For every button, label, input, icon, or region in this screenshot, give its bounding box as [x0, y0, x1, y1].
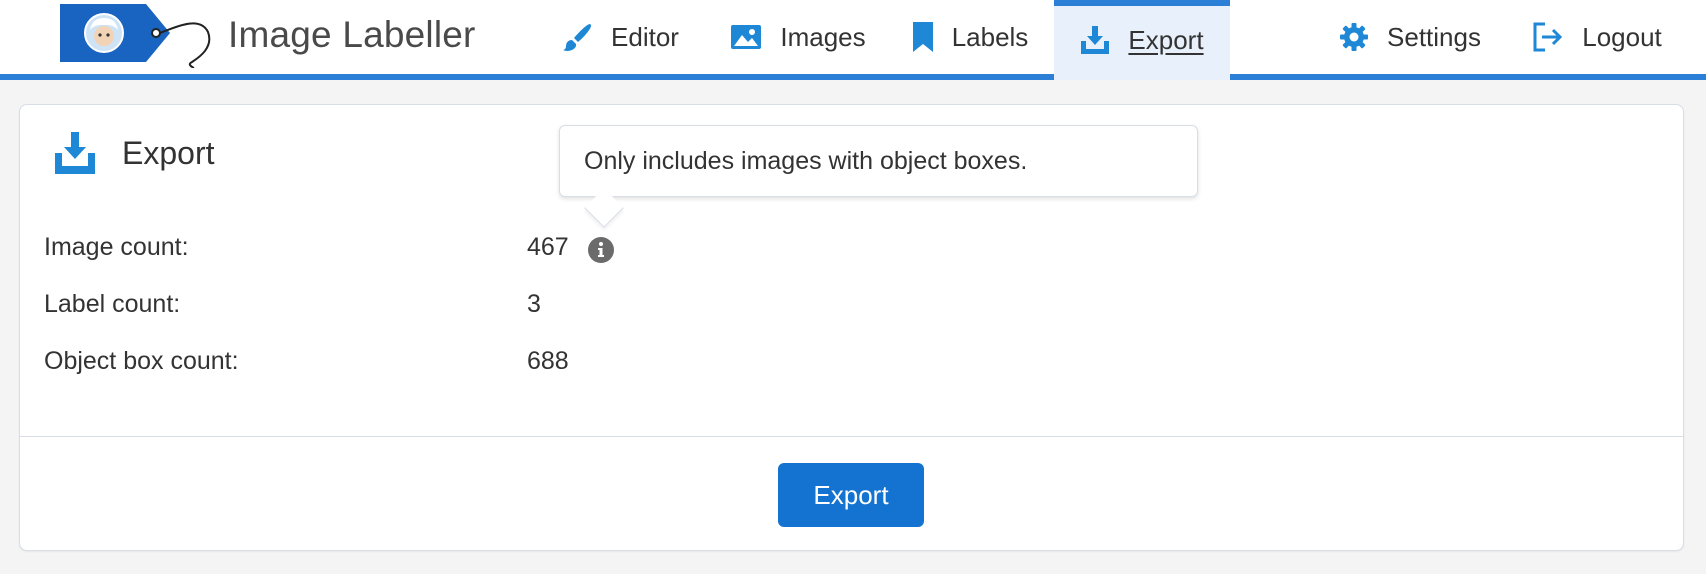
stat-label: Label count: [44, 289, 181, 318]
nav-logout-label: Logout [1582, 21, 1662, 52]
gear-icon [1339, 22, 1369, 52]
nav-logout[interactable]: Logout [1520, 0, 1674, 74]
nav-editor-label: Editor [611, 21, 679, 52]
export-button[interactable]: Export [778, 463, 924, 527]
nav-settings[interactable]: Settings [1330, 0, 1490, 74]
brush-icon [561, 22, 593, 52]
stat-label: Image count: [44, 232, 189, 261]
app-title: Image Labeller [228, 14, 476, 55]
nav-images[interactable]: Images [716, 0, 880, 74]
card-divider [20, 436, 1683, 437]
download-tray-icon [55, 132, 95, 174]
nav-labels[interactable]: Labels [900, 0, 1040, 74]
logout-icon [1532, 22, 1564, 52]
info-icon[interactable] [587, 236, 615, 264]
image-icon [730, 23, 762, 51]
nav-editor[interactable]: Editor [540, 0, 700, 74]
stat-value: 467 [527, 232, 569, 261]
download-tray-icon [1080, 25, 1110, 55]
nav-export[interactable]: Export [1054, 0, 1230, 80]
top-nav-bar: Image Labeller Editor Images Labels Expo… [0, 0, 1706, 80]
nav-settings-label: Settings [1387, 21, 1481, 52]
stat-row-image-count: Image count: 467 [44, 227, 615, 267]
tag-logo-icon [60, 4, 211, 68]
bookmark-icon [912, 21, 934, 53]
stat-label: Object box count: [44, 346, 239, 375]
info-tooltip: Only includes images with object boxes. [559, 125, 1198, 197]
nav-export-label: Export [1128, 24, 1204, 55]
stat-value: 688 [527, 346, 569, 375]
nav-images-label: Images [780, 21, 866, 52]
stat-row-object-box-count: Object box count: 688 [44, 341, 569, 381]
nav-labels-label: Labels [951, 21, 1029, 52]
card-title: Export [122, 134, 215, 171]
stat-row-label-count: Label count: 3 [44, 284, 541, 324]
brand[interactable]: Image Labeller [58, 4, 476, 68]
card-header: Export [54, 131, 214, 175]
stat-value: 3 [527, 289, 541, 318]
